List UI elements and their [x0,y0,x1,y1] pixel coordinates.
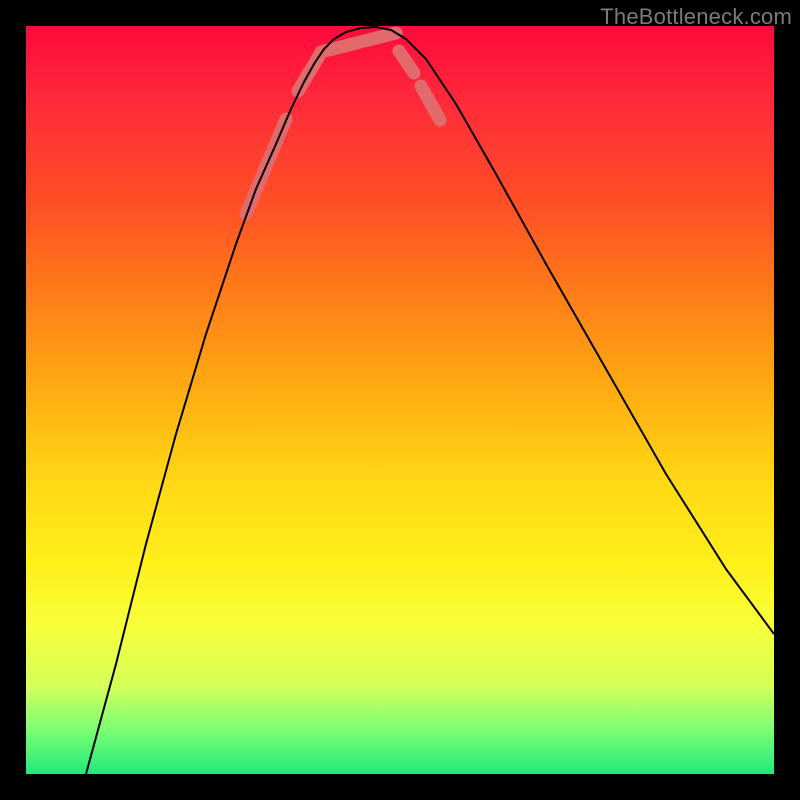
curve-svg [26,26,774,774]
chart-frame: TheBottleneck.com [0,0,800,800]
watermark-text: TheBottleneck.com [600,4,792,30]
plot-area [26,26,774,774]
